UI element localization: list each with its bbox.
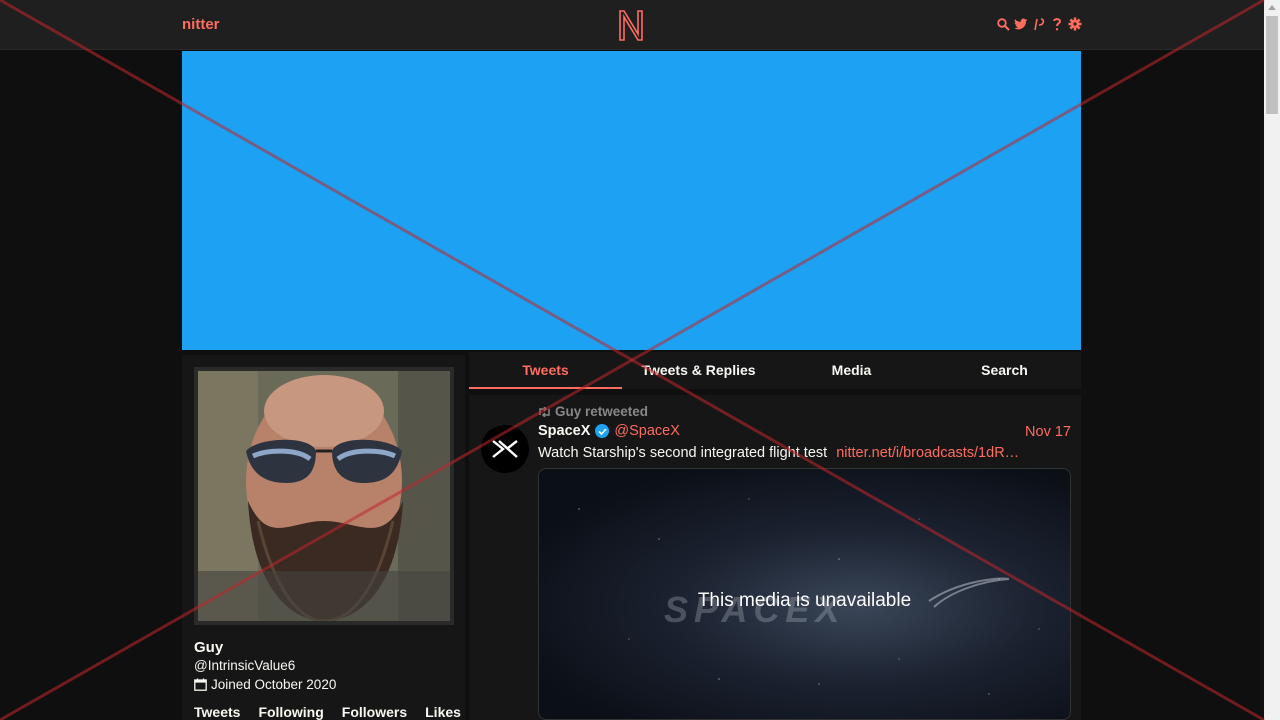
timeline-tabs: Tweets Tweets & Replies Media Search	[469, 352, 1081, 389]
rss-icon[interactable]	[1032, 16, 1046, 32]
tab-tweets-replies[interactable]: Tweets & Replies	[622, 352, 775, 389]
brand-link[interactable]: nitter	[182, 16, 220, 33]
nitter-logo-icon[interactable]	[617, 8, 645, 42]
nav-icons	[996, 16, 1082, 32]
retweet-icon	[539, 406, 550, 417]
scroll-up-arrow-icon[interactable]	[1268, 5, 1276, 10]
profile-avatar[interactable]	[194, 367, 454, 625]
tweet-username[interactable]: @SpaceX	[614, 423, 680, 439]
help-icon[interactable]	[1050, 16, 1064, 32]
tweet-media[interactable]: SPACEX This media is unavailable	[538, 468, 1071, 720]
settings-icon[interactable]	[1068, 16, 1082, 32]
profile-joined: Joined October 2020	[194, 677, 336, 692]
tweet[interactable]: Guy retweeted SpaceX @SpaceX Nov 17 Watc…	[469, 395, 1081, 720]
avatar-image	[198, 371, 450, 621]
profile-stats: Tweets Following Followers Likes	[194, 704, 479, 720]
twitter-icon[interactable]	[1014, 16, 1028, 32]
verified-icon	[595, 424, 610, 438]
profile-handle[interactable]: @IntrinsicValue6	[194, 658, 295, 673]
tweet-text: Watch Starship's second integrated fligh…	[538, 445, 828, 461]
tweet-content: Watch Starship's second integrated fligh…	[538, 445, 1019, 461]
tab-search[interactable]: Search	[928, 352, 1081, 389]
spacex-logo-icon	[492, 440, 518, 458]
calendar-icon	[194, 678, 207, 691]
profile-card: Guy @IntrinsicValue6 Joined October 2020…	[182, 355, 465, 720]
search-icon[interactable]	[996, 16, 1010, 32]
stat-followers[interactable]: Followers	[342, 704, 407, 720]
tweet-avatar[interactable]	[481, 425, 529, 473]
scrollbar-thumb[interactable]	[1266, 16, 1278, 114]
retweet-text: Guy retweeted	[555, 404, 649, 419]
tab-media[interactable]: Media	[775, 352, 928, 389]
tweet-link[interactable]: nitter.net/i/broadcasts/1dR…	[836, 445, 1019, 461]
tweet-name-row: SpaceX @SpaceX	[538, 423, 680, 439]
profile-name[interactable]: Guy	[194, 639, 223, 656]
tweet-fullname[interactable]: SpaceX	[538, 423, 590, 439]
stat-following[interactable]: Following	[258, 704, 323, 720]
stat-tweets[interactable]: Tweets	[194, 704, 240, 720]
media-unavailable-message: This media is unavailable	[697, 590, 912, 611]
retweet-header: Guy retweeted	[538, 404, 648, 419]
joined-date: Joined October 2020	[211, 677, 337, 692]
tab-tweets[interactable]: Tweets	[469, 352, 622, 389]
stat-likes[interactable]: Likes	[425, 704, 461, 720]
profile-banner[interactable]	[182, 51, 1081, 350]
navbar: nitter	[0, 0, 1264, 50]
page-scrollbar[interactable]	[1264, 0, 1280, 720]
tweet-date[interactable]: Nov 17	[1025, 424, 1071, 440]
